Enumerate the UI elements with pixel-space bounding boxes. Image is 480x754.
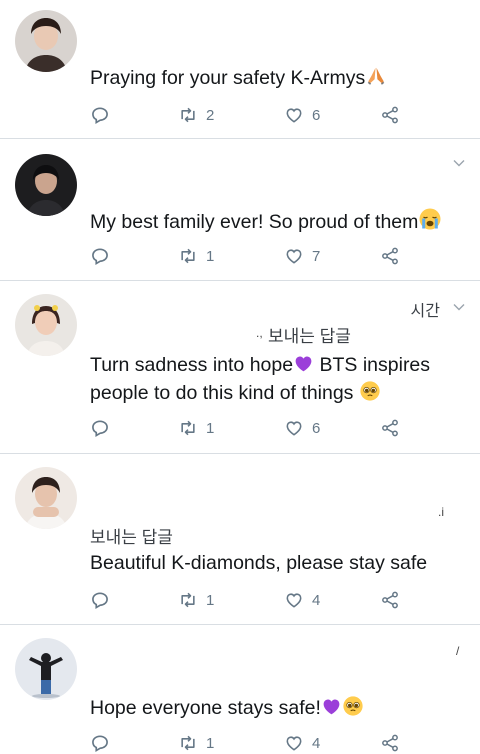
avatar[interactable]	[15, 10, 77, 72]
share-icon	[380, 105, 400, 125]
retweet-icon	[178, 246, 198, 266]
tweet-2: My best family ever! So proud of them 1 …	[0, 138, 480, 281]
tweet-1: Praying for your safety K-Armys 2 6	[0, 0, 480, 139]
retweet-count: 2	[206, 106, 215, 124]
like-icon	[284, 418, 304, 438]
retweet-button[interactable]: 2	[178, 104, 214, 126]
avatar[interactable]	[15, 294, 77, 356]
like-count: 6	[312, 419, 321, 437]
like-button[interactable]: 4	[284, 732, 320, 754]
avatar[interactable]	[15, 467, 77, 529]
reply-button[interactable]	[90, 589, 110, 611]
like-count: 4	[312, 734, 321, 752]
share-icon	[380, 418, 400, 438]
like-icon	[284, 246, 304, 266]
retweet-count: 1	[206, 591, 215, 609]
reply-button[interactable]	[90, 417, 110, 439]
share-button[interactable]	[380, 245, 400, 267]
like-button[interactable]: 4	[284, 589, 320, 611]
tweet-text: Praying for your safety K-Armys	[90, 64, 387, 92]
retweet-count: 1	[206, 419, 215, 437]
purple-heart-icon	[293, 353, 314, 374]
tweet-text: My best family ever! So proud of them	[90, 207, 442, 236]
retweet-icon	[178, 733, 198, 753]
retweet-icon	[178, 418, 198, 438]
reply-button[interactable]	[90, 732, 110, 754]
pleading-face-icon	[342, 695, 364, 717]
tweet-actions: 1 4	[90, 732, 420, 754]
retweet-count: 1	[206, 247, 215, 265]
tweet-actions: 1 6	[90, 417, 420, 439]
retweet-button[interactable]: 1	[178, 732, 214, 754]
tweet-text: Hope everyone stays safe!	[90, 694, 364, 722]
share-icon	[380, 246, 400, 266]
like-count: 7	[312, 247, 321, 265]
avatar[interactable]	[15, 154, 77, 216]
tweet-4: .i 보내는 답글 Beautiful K-diamonds, please s…	[0, 453, 480, 625]
retweet-icon	[178, 105, 198, 125]
like-icon	[284, 105, 304, 125]
share-button[interactable]	[380, 589, 400, 611]
retweet-button[interactable]: 1	[178, 245, 214, 267]
tweet-5: / Hope everyone stays safe! 1 4	[0, 624, 480, 754]
like-button[interactable]: 6	[284, 417, 320, 439]
tweet-actions: 2 6	[90, 104, 420, 126]
share-icon	[380, 733, 400, 753]
tweet-actions: 1 7	[90, 245, 420, 267]
reply-label: 보내는 답글	[268, 327, 351, 346]
pray-icon	[365, 65, 387, 87]
chevron-down-icon[interactable]	[452, 156, 466, 170]
tweet-3: 시간 ., 보내는 답글 Turn sadness into hope BTS …	[0, 280, 480, 454]
like-count: 4	[312, 591, 321, 609]
share-button[interactable]	[380, 732, 400, 754]
like-icon	[284, 590, 304, 610]
share-button[interactable]	[380, 417, 400, 439]
like-icon	[284, 733, 304, 753]
like-button[interactable]: 7	[284, 245, 320, 267]
chevron-down-icon[interactable]	[452, 300, 466, 314]
reply-icon	[90, 246, 110, 266]
retweet-count: 1	[206, 734, 215, 752]
share-icon	[380, 590, 400, 610]
reply-icon	[90, 590, 110, 610]
reply-icon	[90, 105, 110, 125]
tweet-actions: 1 4	[90, 589, 420, 611]
avatar[interactable]	[15, 638, 77, 700]
reply-button[interactable]	[90, 104, 110, 126]
timestamp-partial: 시간	[410, 303, 440, 320]
reply-label: 보내는 답글	[90, 528, 173, 547]
purple-heart-icon	[321, 696, 342, 717]
pleading-face-icon	[359, 380, 381, 402]
retweet-button[interactable]: 1	[178, 417, 214, 439]
share-button[interactable]	[380, 104, 400, 126]
retweet-button[interactable]: 1	[178, 589, 214, 611]
crying-face-icon	[418, 207, 442, 231]
reply-icon	[90, 733, 110, 753]
like-button[interactable]: 6	[284, 104, 320, 126]
reply-button[interactable]	[90, 245, 110, 267]
tweet-text: Beautiful K-diamonds, please stay safe	[90, 552, 428, 574]
like-count: 6	[312, 106, 321, 124]
reply-icon	[90, 418, 110, 438]
tweet-text: Turn sadness into hope BTS inspires peop…	[90, 353, 431, 404]
retweet-icon	[178, 590, 198, 610]
